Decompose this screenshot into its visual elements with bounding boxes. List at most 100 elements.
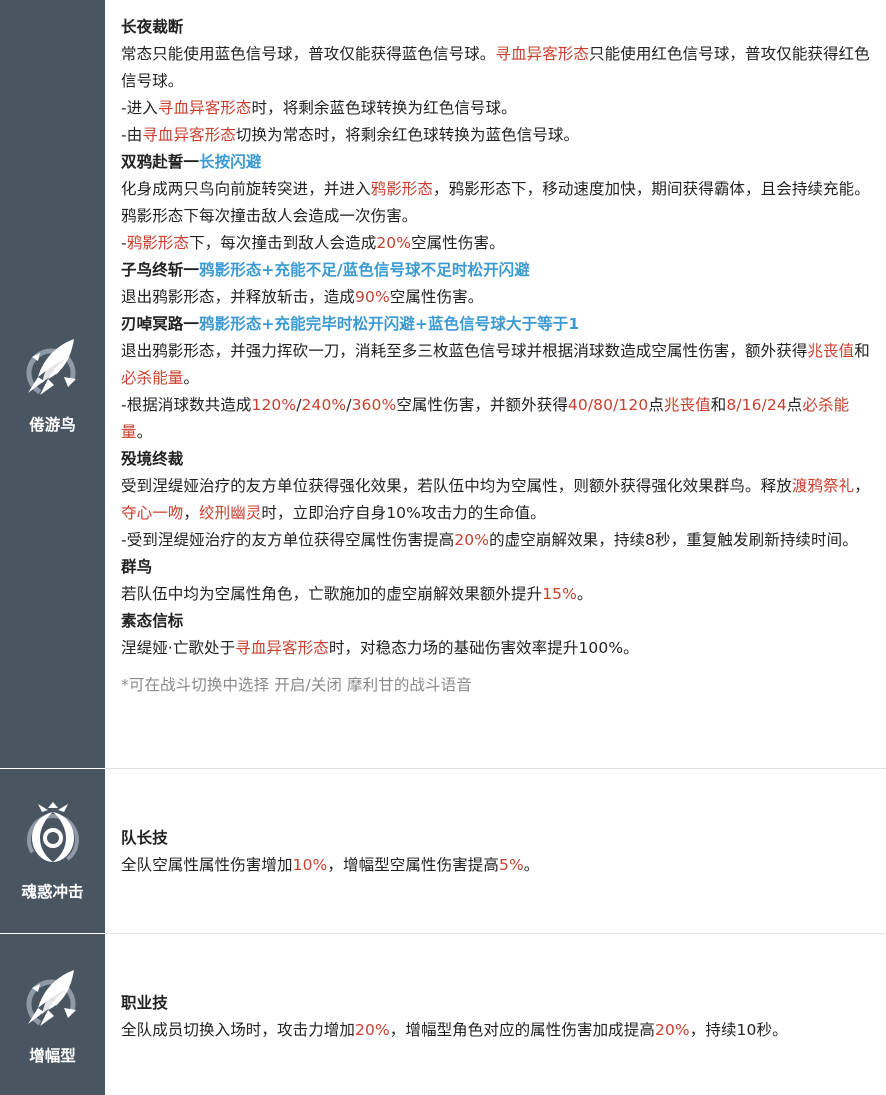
text-segment: 受到涅缇娅治疗的友方单位获得强化效果，若队伍中均为空属性，则额外获得强化效果群鸟… <box>121 477 792 495</box>
skill-name: 双鸦赴誓一 <box>121 153 200 171</box>
skill-heading: 殁境终裁 <box>121 446 878 473</box>
skill-sidebar-label: 倦游鸟 <box>29 416 76 434</box>
highlight-term: 8/16/24 <box>726 396 787 414</box>
text-segment: 化身成两只鸟向前旋转突进，并进入 <box>121 180 371 198</box>
text-segment: 下，每次撞击到敌人会造成 <box>189 234 377 252</box>
description-line: 受到涅缇娅治疗的友方单位获得强化效果，若队伍中均为空属性，则额外获得强化效果群鸟… <box>121 473 878 527</box>
text-segment: 时，立即治疗自身10%攻击力的生命值。 <box>261 504 546 522</box>
skill-row-2: 魂惑冲击 队长技全队空属性属性伤害增加10%，增幅型空属性伤害提高5%。 <box>0 769 886 933</box>
text-segment: 时，将剩余蓝色球转换为红色信号球。 <box>251 99 517 117</box>
highlight-term: 20% <box>454 531 490 549</box>
highlight-term: 鸦影形态 <box>126 234 190 252</box>
highlight-term: 20% <box>355 1021 390 1039</box>
description-line: 全队空属性属性伤害增加10%，增幅型空属性伤害提高5%。 <box>121 852 878 879</box>
skill-name: 长夜裁断 <box>121 18 184 36</box>
highlight-term: 寻血异客形态 <box>157 99 252 117</box>
skill-heading: 职业技 <box>121 990 878 1017</box>
highlight-term: 15% <box>542 585 577 603</box>
text-segment: ， <box>854 477 870 495</box>
text-segment: -由 <box>121 126 143 144</box>
skill-heading: 长夜裁断 <box>121 14 878 41</box>
text-segment: 切换为常态时，将剩余红色球转换为蓝色信号球。 <box>235 126 580 144</box>
description-line: 若队伍中均为空属性角色，亡歌施加的虚空崩解效果额外提升15%。 <box>121 581 878 608</box>
text-segment: ，持续10秒。 <box>689 1021 788 1039</box>
skill-name: 群鸟 <box>121 558 153 576</box>
description-line: 退出鸦影形态，并强力挥砍一刀，消耗至多三枚蓝色信号球并根据消球数造成空属性伤害，… <box>121 338 878 392</box>
skill-description: 长夜裁断常态只能使用蓝色信号球，普攻仅能获得蓝色信号球。寻血异客形态只能使用红色… <box>121 14 878 662</box>
skill-content: 职业技 全队成员切换入场时，攻击力增加20%，增幅型角色对应的属性伤害加成提高20… <box>105 934 886 1095</box>
text-segment: 全队成员切换入场时，攻击力增加 <box>121 1021 356 1039</box>
skill-row-1: 倦游鸟 长夜裁断常态只能使用蓝色信号球，普攻仅能获得蓝色信号球。寻血异客形态只能… <box>0 0 886 768</box>
text-segment: 若队伍中均为空属性角色，亡歌施加的虚空崩解效果额外提升 <box>121 585 543 603</box>
highlight-term: 寻血异客形态 <box>495 45 590 63</box>
highlight-term: 5% <box>498 856 524 874</box>
skill-description: 职业技 全队成员切换入场时，攻击力增加20%，增幅型角色对应的属性伤害加成提高20… <box>121 990 878 1044</box>
highlight-term: 240% <box>301 396 347 414</box>
skill-name: 职业技 <box>121 994 168 1012</box>
text-segment: 退出鸦影形态，并强力挥砍一刀，消耗至多三枚蓝色信号球并根据消球数造成空属性伤害，… <box>121 342 808 360</box>
input-condition: 鸦影形态+充能不足/蓝色信号球不足时松开闪避 <box>199 261 530 279</box>
skill-heading: 群鸟 <box>121 554 878 581</box>
highlight-term: 鸦影形态 <box>370 180 434 198</box>
input-condition: 长按闪避 <box>199 153 262 171</box>
highlight-term: 10% <box>292 856 328 874</box>
skill-name: 队长技 <box>121 829 168 847</box>
crescent-ring-icon <box>26 802 79 866</box>
description-line: 退出鸦影形态，并释放斩击，造成90%空属性伤害。 <box>121 284 878 311</box>
text-segment: 时，对稳态力场的基础伤害效率提升100%。 <box>328 639 639 657</box>
description-line: 常态只能使用蓝色信号球，普攻仅能获得蓝色信号球。寻血异客形态只能使用红色信号球，… <box>121 41 878 95</box>
highlight-term: 绞刑幽灵 <box>199 504 262 522</box>
description-line: 刃啅冥路一鸦影形态+充能完毕时松开闪避+蓝色信号球大于等于1 <box>121 311 878 338</box>
highlight-term: 20% <box>654 1021 690 1039</box>
skill-heading: 队长技 <box>121 825 878 852</box>
text-segment: -受到涅缇娅治疗的友方单位获得空属性伤害提高 <box>121 531 455 549</box>
text-segment: 空属性伤害。 <box>389 288 484 306</box>
skill-name: 子鸟终斩一 <box>121 261 200 279</box>
highlight-term: 夺心一吻 <box>121 504 184 522</box>
text-segment: 退出鸦影形态，并释放斩击，造成 <box>121 288 356 306</box>
text-segment: 空属性伤害，并额外获得 <box>396 396 568 414</box>
skill-name: 殁境终裁 <box>121 450 184 468</box>
skill-content: 长夜裁断常态只能使用蓝色信号球，普攻仅能获得蓝色信号球。寻血异客形态只能使用红色… <box>105 0 886 768</box>
skill-content: 队长技全队空属性属性伤害增加10%，增幅型空属性伤害提高5%。 <box>105 769 886 933</box>
description-line: 双鸦赴誓一长按闪避 <box>121 149 878 176</box>
voice-note: *可在战斗切换中选择 开启/关闭 摩利甘的战斗语音 <box>121 676 472 694</box>
skill-row-3: 增幅型 职业技 全队成员切换入场时，攻击力增加20%，增幅型角色对应的属性伤害加成… <box>0 934 886 1095</box>
text-segment: 和 <box>710 396 727 414</box>
highlight-term: 40/80/120 <box>567 396 649 414</box>
text-segment: 和 <box>854 342 870 360</box>
description-line: 子鸟终斩一鸦影形态+充能不足/蓝色信号球不足时松开闪避 <box>121 257 878 284</box>
text-segment: ， <box>183 504 200 522</box>
text-segment: ，增幅型角色对应的属性伤害加成提高 <box>389 1021 655 1039</box>
skill-sidebar: 增幅型 <box>0 934 105 1095</box>
text-segment: -进入 <box>121 99 158 117</box>
text-segment: -根据消球数共造成 <box>121 396 252 414</box>
highlight-term: 20% <box>376 234 412 252</box>
feather-bird-icon <box>25 339 76 398</box>
highlight-term: 90% <box>355 288 390 306</box>
text-segment: 点 <box>648 396 664 414</box>
skill-sidebar-label: 魂惑冲击 <box>21 883 84 901</box>
text-segment: 全队空属性属性伤害增加 <box>121 856 293 874</box>
highlight-term: 兆丧值 <box>807 342 855 360</box>
skill-name: 刃啅冥路一 <box>121 315 200 333</box>
description-line: -由寻血异客形态切换为常态时，将剩余红色球转换为蓝色信号球。 <box>121 122 878 149</box>
skill-name: 素态信标 <box>121 612 184 630</box>
feather-bird-icon <box>25 969 76 1028</box>
description-line: 涅缇娅·亡歌处于寻血异客形态时，对稳态力场的基础伤害效率提升100%。 <box>121 635 878 662</box>
highlight-term: 120% <box>251 396 297 414</box>
highlight-term: 寻血异客形态 <box>235 639 329 657</box>
highlight-term: 渡鸦祭礼 <box>791 477 855 495</box>
description-line: 化身成两只鸟向前旋转突进，并进入鸦影形态，鸦影形态下，移动速度加快，期间获得霸体… <box>121 176 878 230</box>
input-condition: 鸦影形态+充能完毕时松开闪避+蓝色信号球大于等于1 <box>199 315 580 333</box>
text-segment: 。 <box>136 423 153 441</box>
description-line: -进入寻血异客形态时，将剩余蓝色球转换为红色信号球。 <box>121 95 878 122</box>
highlight-term: 寻血异客形态 <box>142 126 236 144</box>
highlight-term: 兆丧值 <box>663 396 711 414</box>
text-segment: 的虚空崩解效果，持续8秒，重复触发刷新持续时间。 <box>489 531 858 549</box>
text-segment: 点 <box>786 396 803 414</box>
text-segment: 。 <box>576 585 593 603</box>
description-line: 全队成员切换入场时，攻击力增加20%，增幅型角色对应的属性伤害加成提高20%，持… <box>121 1017 878 1044</box>
text-segment: 空属性伤害。 <box>411 234 505 252</box>
highlight-term: 360% <box>351 396 397 414</box>
